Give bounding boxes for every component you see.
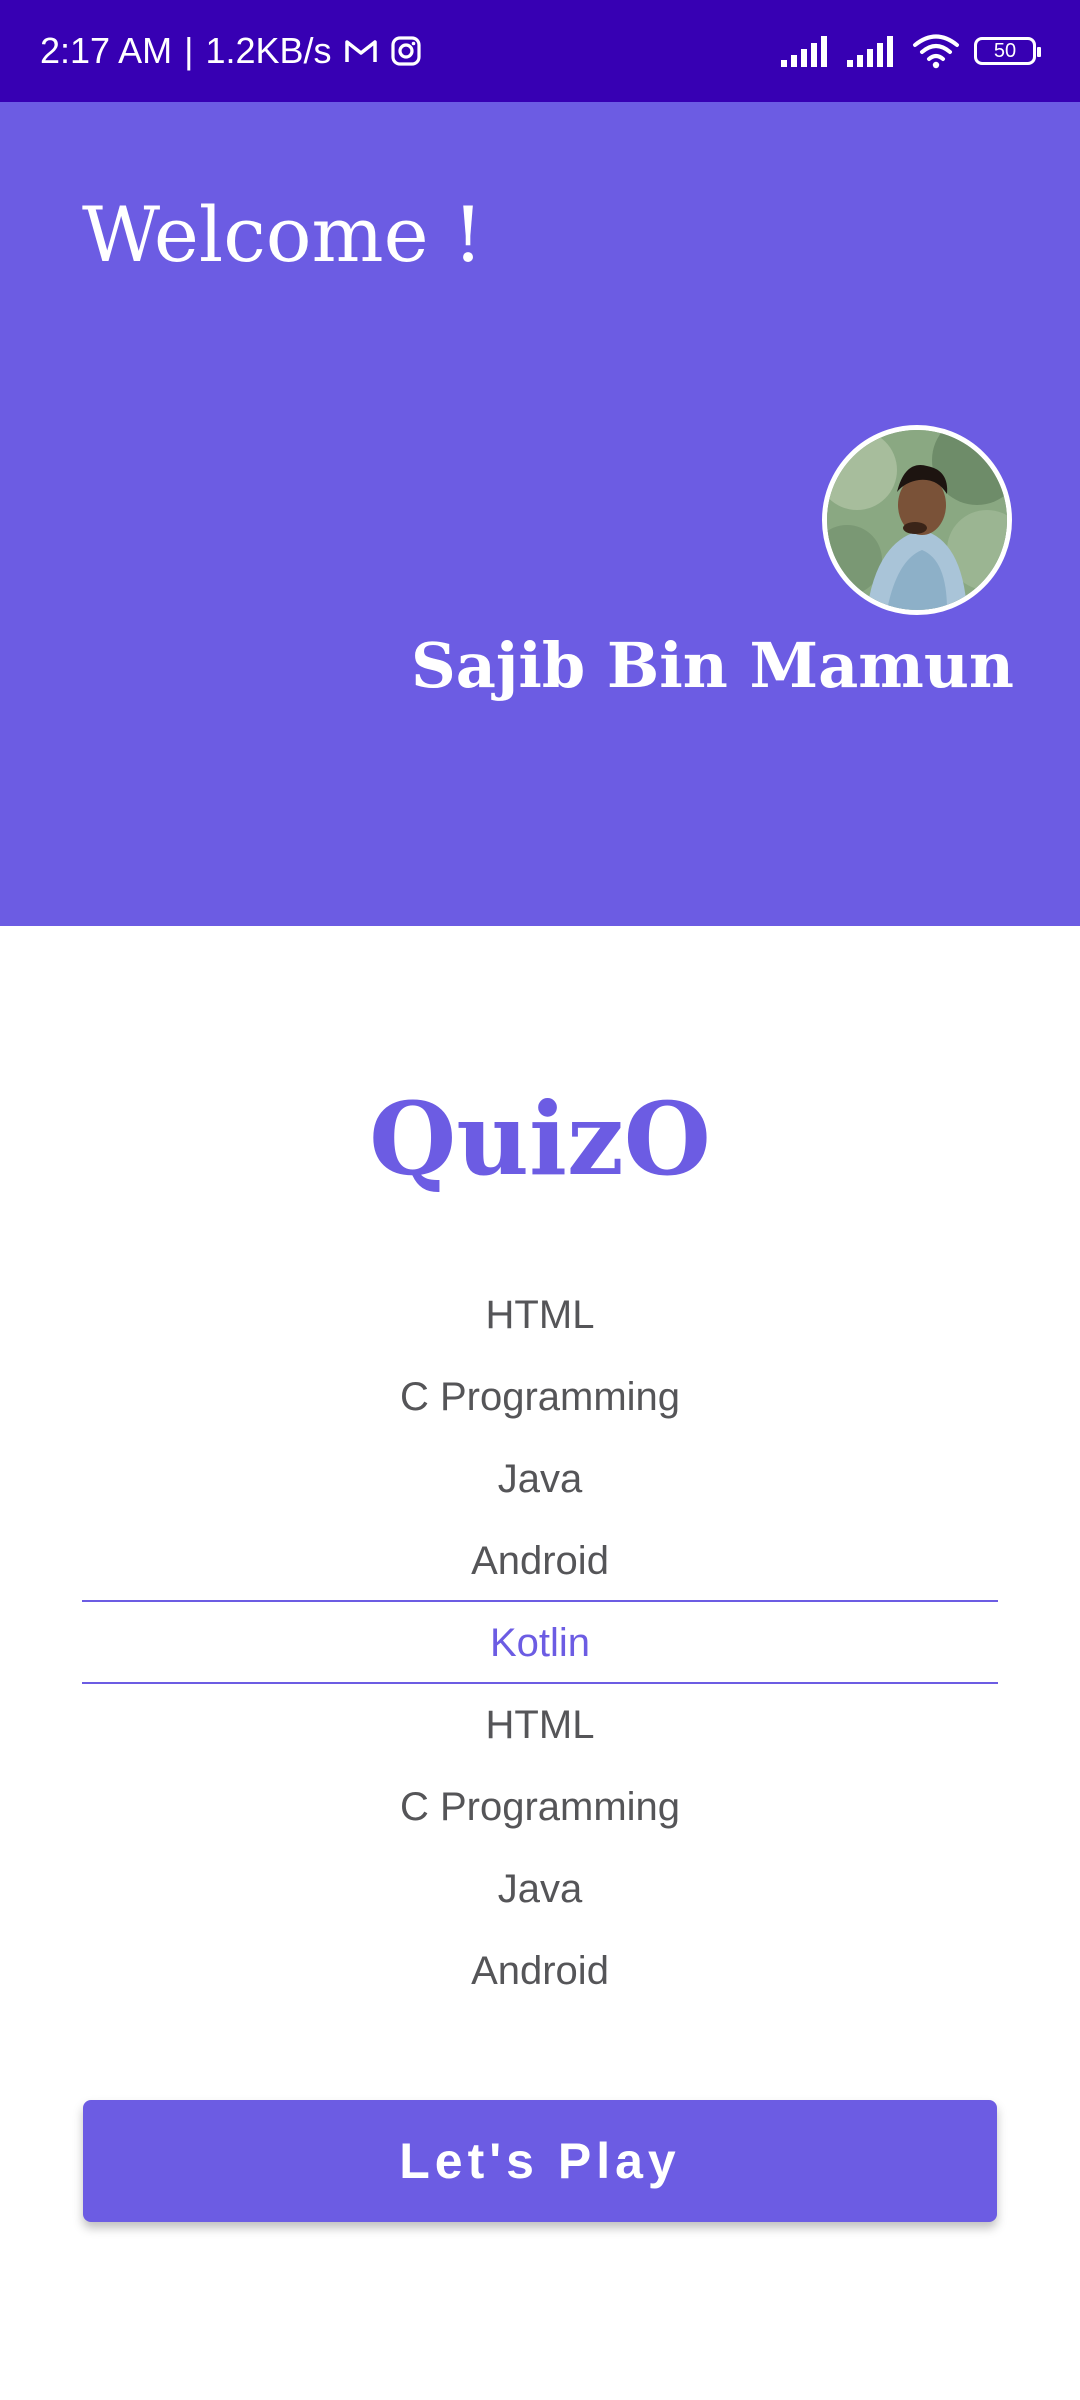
status-separator: | bbox=[184, 30, 194, 71]
lets-play-button[interactable]: Let's Play bbox=[83, 2100, 997, 2222]
battery-level: 50 bbox=[993, 39, 1017, 62]
status-right: 50 bbox=[780, 0, 1041, 102]
picker-item[interactable]: C Programming bbox=[82, 1766, 998, 1848]
status-bar: 2:17 AM | 1.2KB/s 50 bbox=[0, 0, 1080, 102]
picker-item[interactable]: HTML bbox=[82, 1274, 998, 1356]
signal-icon bbox=[780, 34, 832, 68]
app-title: QuizO bbox=[369, 1080, 711, 1198]
picker-item[interactable]: Java bbox=[82, 1438, 998, 1520]
status-time: 2:17 AM bbox=[40, 30, 173, 71]
network-speed: 1.2KB/s bbox=[205, 30, 332, 71]
welcome-heading: Welcome ! bbox=[82, 190, 484, 279]
status-left: 2:17 AM | 1.2KB/s bbox=[40, 0, 422, 102]
profile-photo bbox=[827, 430, 1007, 610]
avatar[interactable] bbox=[822, 425, 1012, 615]
topic-picker[interactable]: HTML C Programming Java Android Kotlin H… bbox=[82, 1274, 998, 2012]
battery-icon: 50 bbox=[974, 37, 1041, 65]
profile-header: Welcome ! Sajib Bin Mamun bbox=[0, 102, 1080, 926]
gmail-icon bbox=[344, 37, 378, 65]
picker-item[interactable]: HTML bbox=[82, 1684, 998, 1766]
picker-item[interactable]: C Programming bbox=[82, 1356, 998, 1438]
instagram-icon bbox=[390, 35, 422, 67]
picker-item-selected[interactable]: Kotlin bbox=[82, 1602, 998, 1684]
wifi-icon bbox=[912, 33, 960, 69]
picker-item[interactable]: Android bbox=[82, 1930, 998, 2012]
user-name: Sajib Bin Mamun bbox=[410, 629, 1014, 702]
signal-icon bbox=[846, 34, 898, 68]
picker-item[interactable]: Android bbox=[82, 1520, 998, 1602]
picker-item[interactable]: Java bbox=[82, 1848, 998, 1930]
